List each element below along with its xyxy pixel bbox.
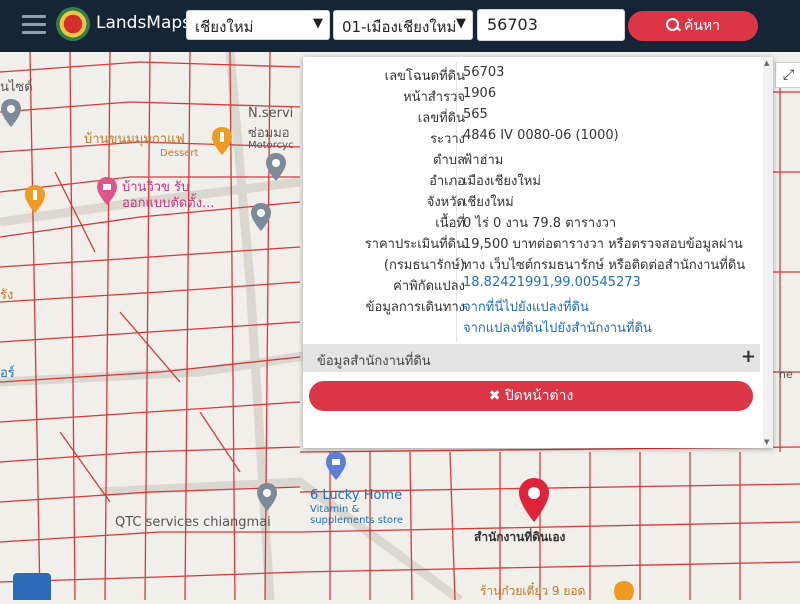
info-row-value: 1906 <box>463 86 497 101</box>
info-row: จากแปลงที่ดินไปยังสำนักงานที่ดิน <box>303 317 763 338</box>
province-select[interactable]: เชียงใหม่ ▼ <box>186 10 330 40</box>
info-row: เลขโฉนดที่ดิน 56703 <box>303 65 763 86</box>
fullscreen-icon[interactable]: ⤢ <box>775 62 800 88</box>
map-label: ne <box>779 368 793 381</box>
info-row-label: ราคาประเมินที่ดิน <box>364 237 465 252</box>
info-row-label: ค่าพิกัดแปลง <box>393 279 465 294</box>
restaurant-pin-icon[interactable] <box>211 126 233 156</box>
map-label: Vitamin & <box>310 504 360 515</box>
map-label: นไซด์ <box>0 80 33 95</box>
expand-plus-icon[interactable]: + <box>741 346 756 367</box>
measure-tool-icon[interactable] <box>13 573 51 600</box>
district-select-value: 01-เมืองเชียงใหม่ <box>342 18 457 36</box>
info-row-label: หน้าสำรวจ <box>403 90 465 105</box>
map-label: Dessert <box>160 148 199 159</box>
place-pin-icon[interactable] <box>0 98 22 128</box>
district-select[interactable]: 01-เมืองเชียงใหม่ ▼ <box>333 10 473 40</box>
shopping-pin-icon[interactable] <box>325 451 347 481</box>
info-row-label: จังหวัด <box>426 195 465 210</box>
map-label: บ้านขนมมุมกาแฟ <box>84 132 185 147</box>
top-navbar: LandsMaps เชียงใหม่ ▼ 01-เมืองเชียงใหม่ … <box>0 0 800 52</box>
info-row-label: เนื้อที่ <box>435 216 465 231</box>
app-title: LandsMaps <box>96 13 192 33</box>
search-button[interactable]: ค้นหา <box>628 11 758 41</box>
info-row: ระวาง 4846 IV 0080-06 (1000) <box>303 128 763 149</box>
close-button-label: ปิดหน้าต่าง <box>504 388 574 404</box>
info-row-link[interactable]: จากแปลงที่ดินไปยังสำนักงานที่ดิน <box>463 317 652 338</box>
info-row: อำเภอ เมืองเชียงใหม่ <box>303 170 763 191</box>
map-label: supplements store <box>310 515 404 526</box>
info-row-value: 19,500 บาทต่อตารางวา หรือตรวจสอบข้อมูลผ่… <box>463 237 743 252</box>
map-label: 6 Lucky Home <box>310 488 403 503</box>
place-pin-icon[interactable] <box>265 152 287 182</box>
info-row-label: เลขที่ดิน <box>417 111 465 126</box>
map-label: สำนักงานที่ดินเอง <box>474 530 566 544</box>
info-row: จังหวัด เชียงใหม่ <box>303 191 763 212</box>
scroll-down-icon[interactable]: ▼ <box>764 438 769 446</box>
info-row-value: ฟ้าฮ่าม <box>463 153 504 168</box>
chevron-down-icon: ▼ <box>456 16 466 31</box>
place-pin-icon[interactable] <box>256 482 278 512</box>
info-row: ค่าพิกัดแปลง 18.82421991,99.00545273 <box>303 275 763 296</box>
info-row: หน้าสำรวจ 1906 <box>303 86 763 107</box>
shop-pin-icon[interactable] <box>96 176 118 206</box>
restaurant-pin-icon[interactable] <box>613 580 635 600</box>
info-row-value: 4846 IV 0080-06 (1000) <box>463 128 619 143</box>
info-row-label: (กรมธนารักษ์) <box>383 258 465 273</box>
info-row: เลขที่ดิน 565 <box>303 107 763 128</box>
info-row-value: 0 ไร่ 0 งาน 79.8 ตารางวา <box>463 216 617 231</box>
info-row-value: ทาง เว็บไซต์กรมธนารักษ์ หรือติดต่อสำนักง… <box>463 258 746 273</box>
info-row: ข้อมูลการเดินทาง จากที่นี่ไปยังแปลงที่ดิน <box>303 296 763 317</box>
map-label: ร้านก๋วยเตี๋ยว 9 ยอด <box>480 584 586 598</box>
info-row-link[interactable]: จากที่นี่ไปยังแปลงที่ดิน <box>463 296 589 317</box>
close-icon: ✖ <box>488 388 501 404</box>
info-row-label: ตำบล <box>433 153 465 168</box>
parcel-number-input[interactable]: 56703 <box>477 9 625 41</box>
info-row: ราคาประเมินที่ดิน 19,500 บาทต่อตารางวา หร… <box>303 233 763 254</box>
map-label: Motorcyc <box>248 140 294 151</box>
info-row-value: 56703 <box>463 65 505 80</box>
info-row-value: เมืองเชียงใหม่ <box>463 174 541 189</box>
close-window-button[interactable]: ✖ ปิดหน้าต่าง <box>309 381 753 411</box>
place-pin-icon[interactable] <box>250 202 272 232</box>
info-row-link[interactable]: 18.82421991,99.00545273 <box>463 275 641 290</box>
department-logo <box>56 7 90 41</box>
info-row-label: ระวาง <box>430 132 465 147</box>
chevron-down-icon: ▼ <box>313 16 323 31</box>
map-label: N.servi <box>248 106 294 121</box>
info-row-label: ข้อมูลการเดินทาง <box>365 300 465 315</box>
map-label: ออกแบบตัดตั้ง... <box>122 196 215 211</box>
map-label: อร์ <box>0 366 15 381</box>
province-select-value: เชียงใหม่ <box>195 18 254 36</box>
info-row: เนื้อที่ 0 ไร่ 0 งาน 79.8 ตารางวา <box>303 212 763 233</box>
scroll-up-icon[interactable]: ▲ <box>764 59 769 67</box>
parcel-info-popup: เลขโฉนดที่ดิน 56703 หน้าสำรวจ 1906 เลขที่ดิน… <box>303 57 773 448</box>
location-pin-icon[interactable] <box>517 476 551 524</box>
restaurant-pin-icon[interactable] <box>24 184 46 214</box>
info-row-value: 565 <box>463 107 488 122</box>
info-row-value: เชียงใหม่ <box>463 195 514 210</box>
map-label: รัง <box>0 288 14 303</box>
popup-scrollbar[interactable]: ▲ ▼ <box>763 57 773 448</box>
info-row: ตำบล ฟ้าฮ่าม <box>303 149 763 170</box>
map-label: QTC services chiangmai <box>115 515 271 530</box>
search-icon <box>665 18 679 31</box>
info-row-label: อำเภอ <box>429 174 465 189</box>
search-button-label: ค้นหา <box>683 18 721 34</box>
info-row: (กรมธนารักษ์) ทาง เว็บไซต์กรมธนารักษ์ หรื… <box>303 254 763 275</box>
land-office-section-label: ข้อมูลสำนักงานที่ดิน <box>317 354 431 369</box>
menu-icon[interactable] <box>22 15 46 35</box>
info-row-label: เลขโฉนดที่ดิน <box>384 69 465 84</box>
land-office-section[interactable]: ข้อมูลสำนักงานที่ดิน + <box>303 344 760 372</box>
